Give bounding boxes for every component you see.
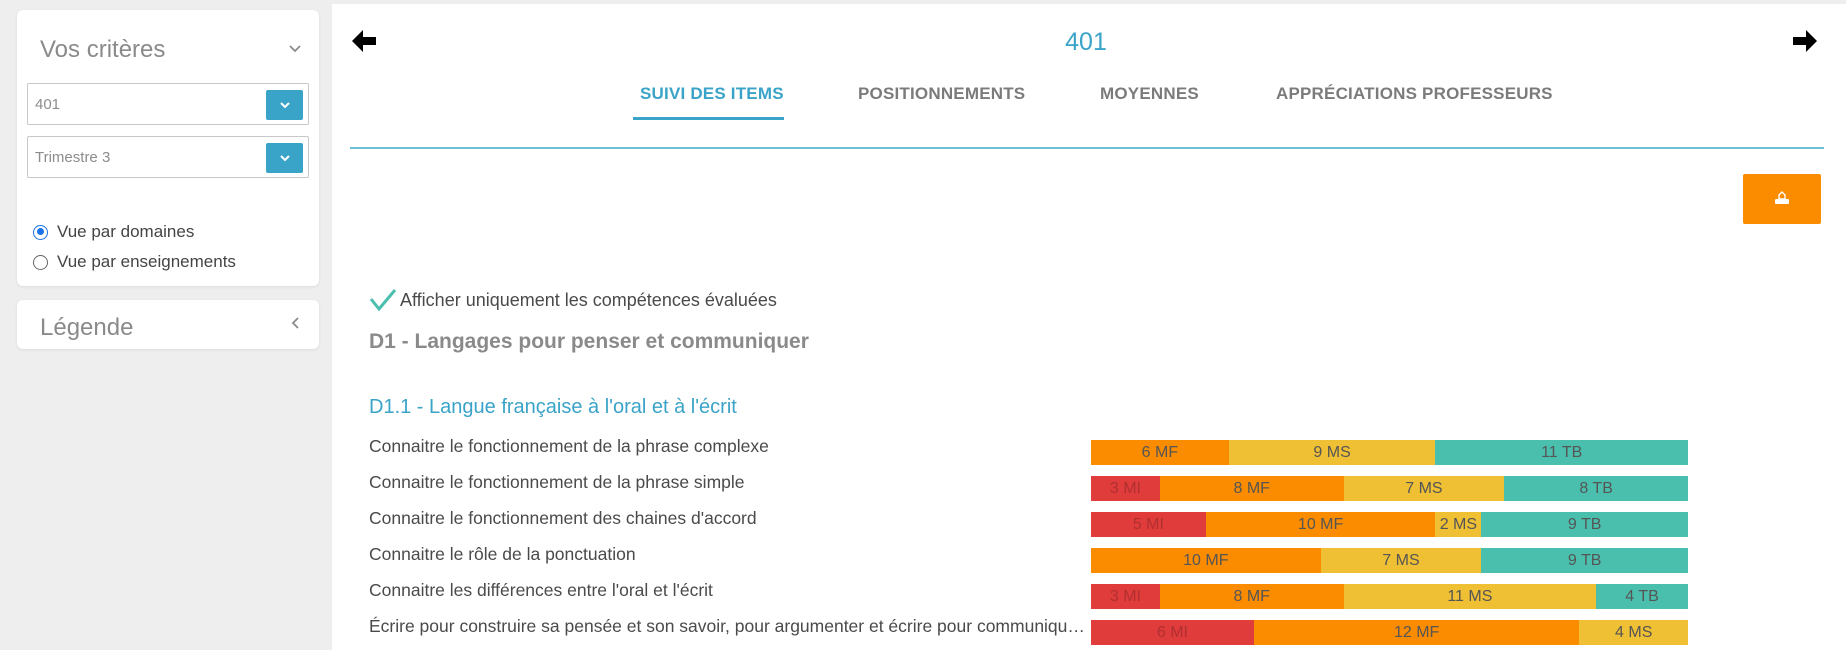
- bar-segment-mf[interactable]: 8 MF: [1159, 476, 1344, 501]
- bar-segment-ms[interactable]: 7 MS: [1343, 476, 1505, 501]
- bar-segment-mf[interactable]: 6 MF: [1091, 440, 1229, 465]
- item-label: Connaitre le fonctionnement des chaines …: [369, 508, 757, 528]
- criteria-title[interactable]: Vos critères: [40, 36, 165, 64]
- item-row: Connaitre le fonctionnement de la phrase…: [369, 472, 1729, 501]
- bar-segment-tb[interactable]: 9 TB: [1481, 548, 1688, 573]
- class-select-value: 401: [35, 96, 61, 113]
- class-select[interactable]: 401: [27, 83, 309, 125]
- bar-segment-tb[interactable]: 4 TB: [1596, 584, 1688, 609]
- chevron-down-icon: [279, 155, 290, 162]
- tab-positionnements[interactable]: POSITIONNEMENTS: [858, 84, 1025, 104]
- tab-suivi-des-items[interactable]: SUIVI DES ITEMS: [640, 84, 784, 104]
- tab-moyennes[interactable]: MOYENNES: [1100, 84, 1199, 104]
- period-select[interactable]: Trimestre 3: [27, 136, 309, 178]
- domain-title: D1 - Langages pour penser et communiquer: [369, 330, 809, 353]
- check-icon[interactable]: [368, 287, 398, 313]
- chevron-left-icon[interactable]: [291, 316, 301, 334]
- bar-segment-ms[interactable]: 9 MS: [1228, 440, 1436, 465]
- bar-segment-ms[interactable]: 2 MS: [1435, 512, 1482, 537]
- evaluated-only-filter[interactable]: Afficher uniquement les compétences éval…: [368, 287, 777, 313]
- print-icon: [1775, 191, 1789, 204]
- page-title: 401: [1065, 28, 1107, 56]
- bar-segment-tb[interactable]: 9 TB: [1481, 512, 1688, 537]
- arrow-right-icon[interactable]: [1789, 28, 1819, 54]
- chevron-down-icon: [279, 102, 290, 109]
- bar-segment-ms[interactable]: 11 MS: [1343, 584, 1597, 609]
- radio-view-by-subjects[interactable]: [33, 254, 48, 270]
- bar-segment-mf[interactable]: 8 MF: [1159, 584, 1344, 609]
- evaluated-only-label: Afficher uniquement les compétences éval…: [400, 289, 777, 310]
- legend-panel[interactable]: Légende: [17, 300, 319, 349]
- item-label: Connaitre les différences entre l'oral e…: [369, 580, 713, 600]
- view-by-domains-option[interactable]: Vue par domaines: [33, 222, 194, 242]
- bar-segment-ms[interactable]: 7 MS: [1320, 548, 1482, 573]
- item-label: Connaitre le fonctionnement de la phrase…: [369, 436, 769, 456]
- item-label: Écrire pour construire sa pensée et son …: [369, 616, 1085, 636]
- item-row: Écrire pour construire sa pensée et son …: [369, 616, 1729, 645]
- main-panel: 401 SUIVI DES ITEMS POSITIONNEMENTS MOYE…: [332, 4, 1846, 650]
- subdomain-title[interactable]: D1.1 - Langue française à l'oral et à l'…: [369, 396, 737, 419]
- tab-bar: SUIVI DES ITEMS POSITIONNEMENTS MOYENNES…: [332, 84, 1846, 124]
- period-select-value: Trimestre 3: [35, 149, 111, 166]
- bar-segment-ms[interactable]: 4 MS: [1579, 620, 1688, 645]
- bar-segment-mf[interactable]: 10 MF: [1091, 548, 1321, 573]
- item-label: Connaitre le fonctionnement de la phrase…: [369, 472, 745, 492]
- item-result-bar: 6 MF 9 MS 11 TB: [1091, 440, 1688, 465]
- tab-separator: [350, 147, 1824, 149]
- bar-segment-mi[interactable]: 5 MI: [1091, 512, 1206, 537]
- chevron-down-icon[interactable]: [289, 40, 301, 58]
- view-by-subjects-option[interactable]: Vue par enseignements: [33, 252, 236, 272]
- period-select-dropdown-button[interactable]: [266, 143, 303, 173]
- radio-view-by-domains[interactable]: [33, 224, 48, 240]
- view-by-subjects-label: Vue par enseignements: [57, 252, 236, 271]
- item-row: Connaitre le fonctionnement de la phrase…: [369, 436, 1729, 465]
- bar-segment-mf[interactable]: 12 MF: [1253, 620, 1580, 645]
- item-result-bar: 3 MI 8 MF 11 MS 4 TB: [1091, 584, 1688, 609]
- item-result-bar: 10 MF 7 MS 9 TB: [1091, 548, 1688, 573]
- tab-appreciations-professeurs[interactable]: APPRÉCIATIONS PROFESSEURS: [1276, 84, 1553, 104]
- item-row: Connaitre le fonctionnement des chaines …: [369, 508, 1729, 537]
- item-row: Connaitre les différences entre l'oral e…: [369, 580, 1729, 609]
- item-label: Connaitre le rôle de la ponctuation: [369, 544, 636, 564]
- bar-segment-mi[interactable]: 3 MI: [1091, 584, 1160, 609]
- bar-segment-mf[interactable]: 10 MF: [1205, 512, 1436, 537]
- active-tab-indicator: [633, 117, 784, 120]
- item-result-bar: 5 MI 10 MF 2 MS 9 TB: [1091, 512, 1688, 537]
- bar-segment-mi[interactable]: 6 MI: [1091, 620, 1254, 645]
- bar-segment-mi[interactable]: 3 MI: [1091, 476, 1160, 501]
- item-row: Connaitre le rôle de la ponctuation 10 MF…: [369, 544, 1729, 573]
- bar-segment-tb[interactable]: 11 TB: [1435, 440, 1688, 465]
- item-result-bar: 6 MI 12 MF 4 MS: [1091, 620, 1688, 645]
- criteria-panel: Vos critères 401 Trimestre 3 Vue par dom…: [17, 10, 319, 286]
- print-button[interactable]: [1743, 174, 1821, 224]
- item-result-bar: 3 MI 8 MF 7 MS 8 TB: [1091, 476, 1688, 501]
- legend-title[interactable]: Légende: [40, 314, 133, 342]
- bar-segment-tb[interactable]: 8 TB: [1504, 476, 1688, 501]
- class-select-dropdown-button[interactable]: [266, 90, 303, 120]
- view-by-domains-label: Vue par domaines: [57, 222, 195, 241]
